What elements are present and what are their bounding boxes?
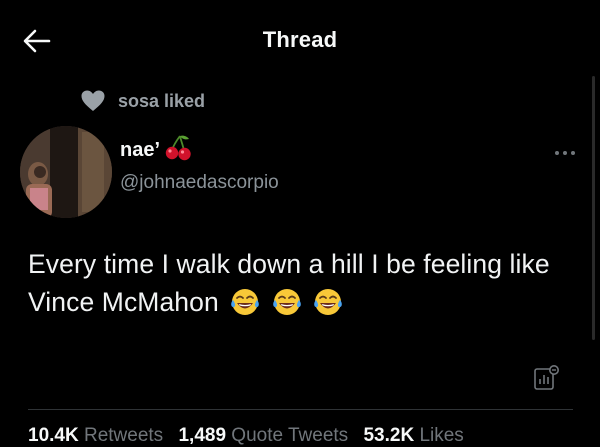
likes-label: Likes xyxy=(419,425,464,446)
quote-tweets-count: 1,489 xyxy=(178,425,227,446)
quote-tweets-stat[interactable]: 1,489 Quote Tweets xyxy=(178,425,348,446)
divider xyxy=(28,409,573,410)
top-bar: Thread xyxy=(0,0,600,84)
liked-by-text: sosa liked xyxy=(118,90,206,111)
cherries-icon xyxy=(165,135,191,161)
avatar[interactable] xyxy=(20,126,112,218)
retweets-label: Retweets xyxy=(83,425,164,446)
display-name[interactable]: nae’ xyxy=(120,139,160,162)
scrollbar[interactable] xyxy=(592,76,595,340)
heart-icon xyxy=(81,90,105,111)
author-name-row[interactable]: nae’ xyxy=(120,135,192,162)
face-with-tears-of-joy-icon xyxy=(231,289,260,315)
retweets-count: 10.4K xyxy=(28,425,79,446)
likes-count: 53.2K xyxy=(363,425,415,446)
author-handle[interactable]: @johnaedascorpio xyxy=(120,172,279,194)
page-title: Thread xyxy=(262,27,338,52)
retweets-stat[interactable]: 10.4K Retweets xyxy=(28,425,163,446)
avatar-photo xyxy=(20,126,112,218)
more-options-icon[interactable] xyxy=(553,146,577,160)
face-with-tears-of-joy-icon xyxy=(314,289,343,315)
tweet-body: Every time I walk down a hill I be feeli… xyxy=(28,245,573,321)
quote-tweets-label: Quote Tweets xyxy=(231,425,349,446)
tweet-stats: 10.4K Retweets 1,489 Quote Tweets 53.2K … xyxy=(28,425,474,447)
likes-stat[interactable]: 53.2K Likes xyxy=(363,425,463,446)
analytics-icon[interactable] xyxy=(532,364,560,392)
social-context: sosa liked xyxy=(80,88,205,114)
face-with-tears-of-joy-icon xyxy=(272,289,301,315)
